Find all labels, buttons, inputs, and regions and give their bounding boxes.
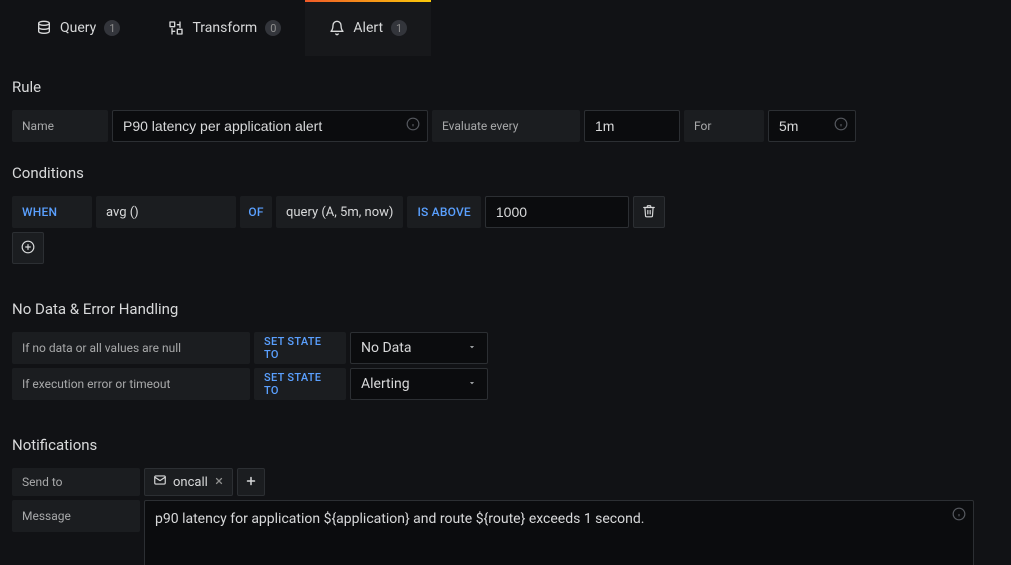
nodata-error-select[interactable]: Alerting xyxy=(350,368,488,400)
evaluate-every-label: Evaluate every xyxy=(432,110,580,142)
database-icon xyxy=(36,20,52,36)
comparator-label[interactable]: IS ABOVE xyxy=(407,196,480,228)
evaluate-every-input[interactable] xyxy=(584,110,680,142)
nodata-error-label: If execution error or timeout xyxy=(12,368,250,400)
for-label: For xyxy=(684,110,764,142)
remove-channel-button[interactable] xyxy=(214,475,224,490)
mail-icon xyxy=(153,473,167,491)
tab-transform[interactable]: Transform 0 xyxy=(144,0,305,56)
notifications-title: Notifications xyxy=(12,436,999,454)
notification-channel-tag[interactable]: oncall xyxy=(144,468,233,496)
plus-icon xyxy=(245,475,257,490)
nodata-null-label: If no data or all values are null xyxy=(12,332,250,364)
sendto-label: Send to xyxy=(12,468,140,496)
transform-icon xyxy=(168,20,184,36)
rule-title: Rule xyxy=(12,78,999,96)
nodata-null-value: No Data xyxy=(361,340,411,356)
query-expr-chip[interactable]: query (A, 5m, now) xyxy=(276,196,403,228)
aggregator-chip[interactable]: avg () xyxy=(96,196,236,228)
tab-transform-count: 0 xyxy=(265,20,281,36)
add-channel-button[interactable] xyxy=(237,468,265,496)
sendto-row: Send to oncall xyxy=(12,468,999,496)
message-label: Message xyxy=(12,500,140,532)
tab-alert-label: Alert xyxy=(353,20,383,36)
alert-editor-page: Query 1 Transform 0 Alert 1 Rule Name xyxy=(0,0,1011,565)
message-wrap xyxy=(144,500,974,565)
when-label[interactable]: WHEN xyxy=(12,196,92,228)
threshold-input[interactable] xyxy=(485,196,629,228)
tab-query-label: Query xyxy=(60,20,96,36)
name-label: Name xyxy=(12,110,108,142)
plus-circle-icon xyxy=(21,240,35,257)
tab-alert-count: 1 xyxy=(391,20,407,36)
caret-down-icon xyxy=(467,376,477,392)
nodata-null-row: If no data or all values are null SET ST… xyxy=(12,332,999,364)
tab-query[interactable]: Query 1 xyxy=(12,0,144,56)
message-row: Message xyxy=(12,500,999,565)
nodata-error-row: If execution error or timeout SET STATE … xyxy=(12,368,999,400)
alert-name-input[interactable] xyxy=(112,110,428,142)
alert-name-wrap xyxy=(112,110,428,142)
for-wrap xyxy=(768,110,856,142)
conditions-section: Conditions WHEN avg () OF query (A, 5m, … xyxy=(12,164,999,264)
bell-icon xyxy=(329,20,345,36)
add-condition-row xyxy=(12,232,999,264)
nodata-error-value: Alerting xyxy=(361,376,410,392)
rule-row: Name Evaluate every For xyxy=(12,110,999,142)
nodata-null-select[interactable]: No Data xyxy=(350,332,488,364)
tab-query-count: 1 xyxy=(104,20,120,36)
condition-row: WHEN avg () OF query (A, 5m, now) IS ABO… xyxy=(12,196,999,228)
for-input[interactable] xyxy=(768,110,856,142)
content: Rule Name Evaluate every For xyxy=(0,56,1011,565)
tab-bar: Query 1 Transform 0 Alert 1 xyxy=(0,0,1011,56)
rule-section: Rule Name Evaluate every For xyxy=(12,78,999,142)
set-state-label: SET STATE TO xyxy=(254,332,346,364)
content-scroll[interactable]: Rule Name Evaluate every For xyxy=(0,56,1011,565)
of-label[interactable]: OF xyxy=(240,196,272,228)
trash-icon xyxy=(642,204,656,221)
caret-down-icon xyxy=(467,340,477,356)
channel-name: oncall xyxy=(173,475,208,490)
add-condition-button[interactable] xyxy=(12,232,44,264)
tab-alert[interactable]: Alert 1 xyxy=(305,0,431,56)
delete-condition-button[interactable] xyxy=(633,196,665,228)
tab-transform-label: Transform xyxy=(192,20,257,36)
notifications-section: Notifications Send to oncall xyxy=(12,436,999,565)
conditions-title: Conditions xyxy=(12,164,999,182)
nodata-title: No Data & Error Handling xyxy=(12,300,999,318)
nodata-section: No Data & Error Handling If no data or a… xyxy=(12,300,999,400)
message-textarea[interactable] xyxy=(144,500,974,565)
set-state-label: SET STATE TO xyxy=(254,368,346,400)
